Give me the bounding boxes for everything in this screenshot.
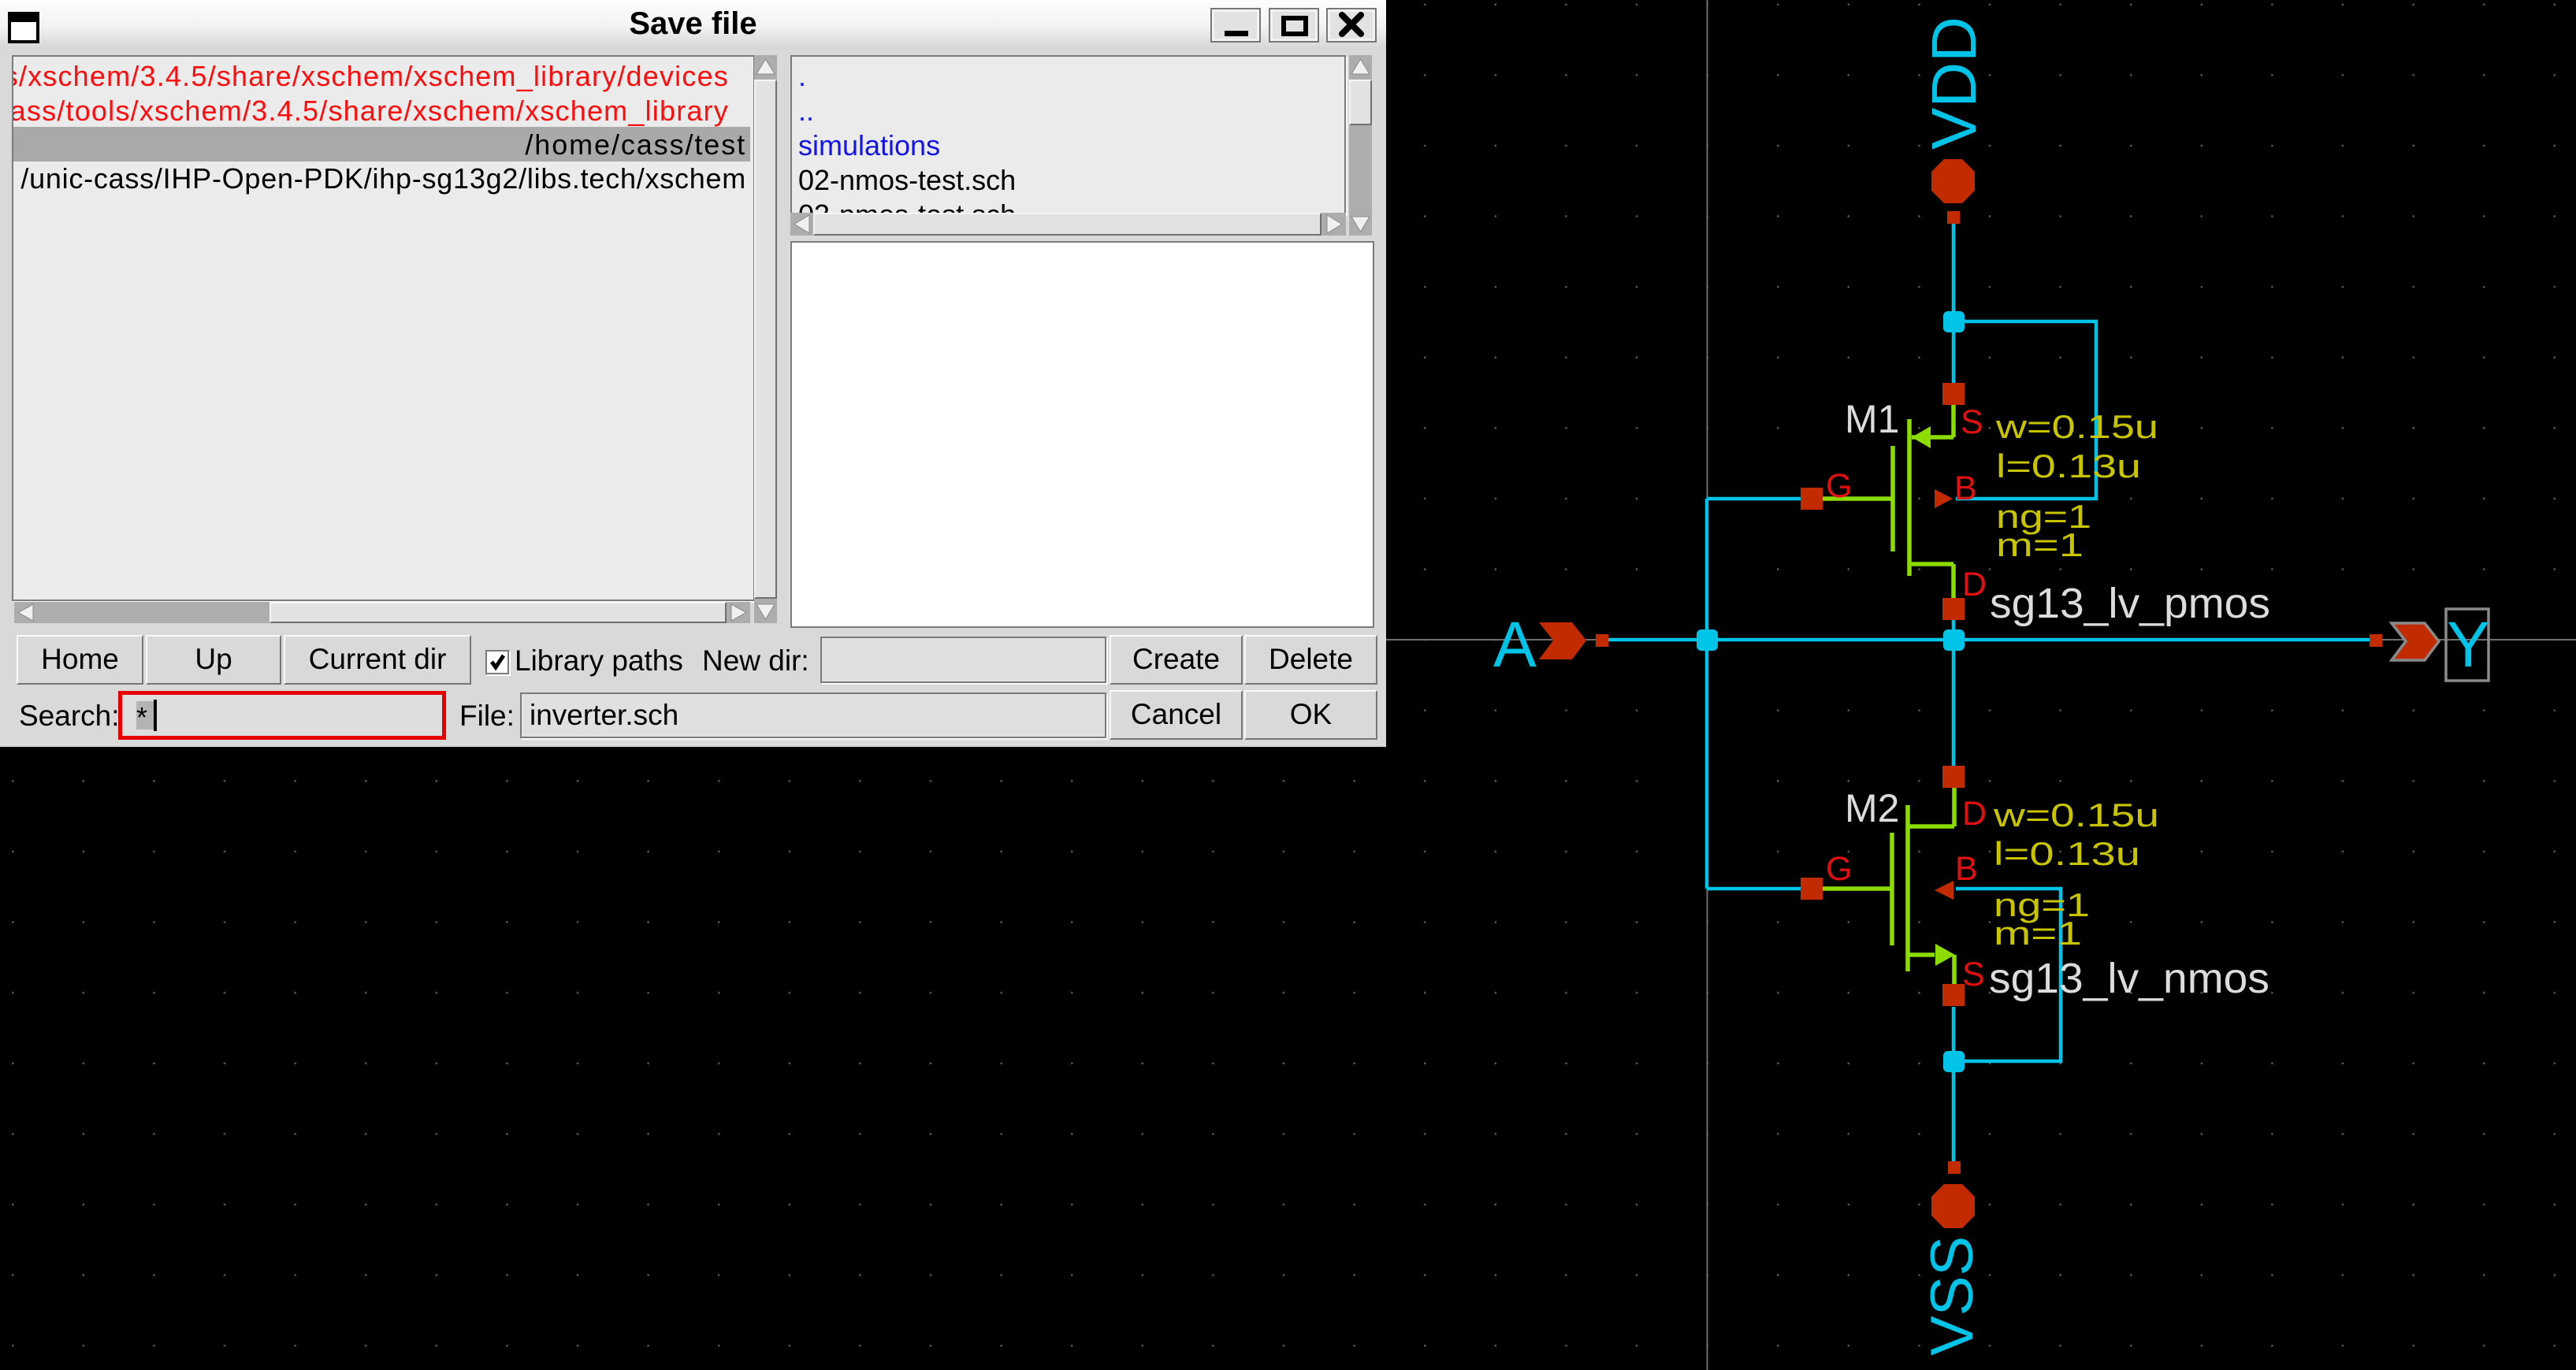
svg-text:m=1: m=1 [1994,915,2082,952]
svg-text:D: D [1962,795,1987,833]
svg-text:m=1: m=1 [1996,526,2083,563]
svg-text:G: G [1826,467,1852,505]
svg-text:l=0.13u: l=0.13u [1996,447,2141,485]
svg-text:sg13_lv_nmos: sg13_lv_nmos [1989,955,2269,1002]
svg-text:w=0.15u: w=0.15u [1995,408,2158,445]
svg-text:Y: Y [2447,609,2490,681]
svg-text:A: A [1493,609,1537,681]
svg-text:l=0.13u: l=0.13u [1994,835,2140,872]
svg-text:B: B [1955,850,1978,888]
svg-text:M1: M1 [1845,397,1899,441]
svg-text:M2: M2 [1845,786,1899,830]
svg-text:w=0.15u: w=0.15u [1993,796,2159,834]
svg-text:S: S [1961,403,1983,441]
svg-text:VDD: VDD [1919,17,1989,150]
svg-text:S: S [1962,956,1985,993]
svg-text:G: G [1826,850,1852,888]
svg-text:D: D [1962,566,1987,603]
svg-text:B: B [1954,470,1977,507]
svg-text:VSS: VSS [1919,1236,1986,1356]
svg-text:sg13_lv_pmos: sg13_lv_pmos [1990,580,2270,627]
